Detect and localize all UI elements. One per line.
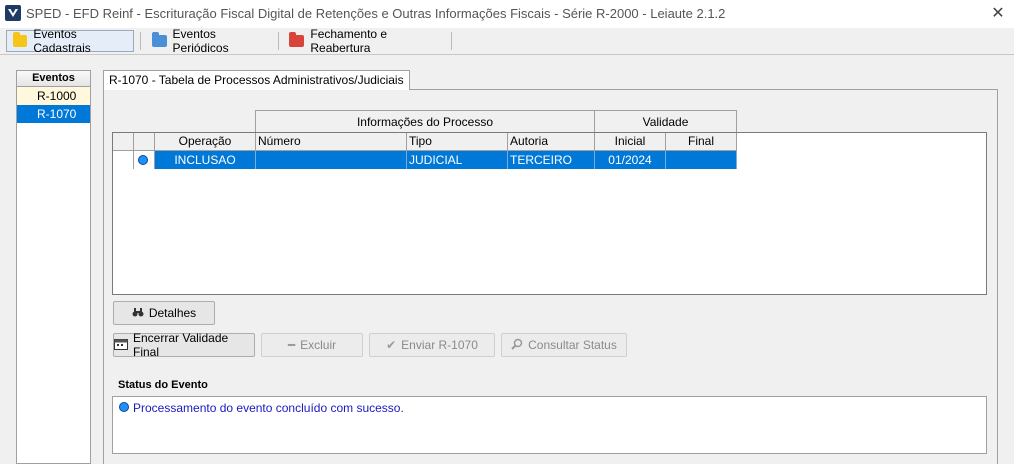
sidebar-item-r1070[interactable]: R-1070: [17, 105, 90, 123]
checkmark-icon: ✔: [386, 338, 397, 352]
row-indicator-cell[interactable]: [113, 151, 134, 169]
sidebar-header: Eventos: [17, 71, 90, 87]
binoculars-icon: [132, 306, 144, 321]
toolbar-separator: [140, 32, 141, 50]
magnifier-icon: [511, 338, 523, 353]
enviar-r1070-button[interactable]: ✔ Enviar R-1070: [369, 333, 495, 357]
tab-fechamento-reabertura[interactable]: Fechamento e Reabertura: [283, 27, 451, 55]
yellow-folder-icon: [13, 32, 28, 47]
close-button[interactable]: ✕: [988, 4, 1008, 24]
column-header-indicator: [113, 133, 134, 151]
toolbar: Eventos Cadastrais Eventos Periódicos Fe…: [0, 27, 1014, 55]
cell-tipo[interactable]: JUDICIAL: [407, 151, 508, 169]
status-label: Status do Evento: [118, 379, 208, 391]
group-header-info-processo: Informações do Processo: [255, 110, 595, 133]
calendar-icon: [114, 338, 128, 353]
consultar-status-button[interactable]: Consultar Status: [501, 333, 627, 357]
app-logo-icon: [5, 5, 21, 21]
cell-operacao[interactable]: INCLUSAO: [155, 151, 256, 169]
column-header-numero[interactable]: Número: [256, 133, 407, 151]
status-box: Processamento do evento concluído com su…: [112, 396, 987, 454]
tab-eventos-periodicos[interactable]: Eventos Periódicos: [146, 27, 272, 55]
cell-numero[interactable]: [256, 151, 407, 169]
column-header-inicial[interactable]: Inicial: [595, 133, 666, 151]
window-title: SPED - EFD Reinf - Escrituração Fiscal D…: [26, 6, 726, 21]
cell-inicial[interactable]: 01/2024: [595, 151, 666, 169]
excluir-label: Excluir: [300, 338, 337, 352]
blue-folder-icon: [152, 32, 167, 47]
cell-autoria[interactable]: TERCEIRO: [508, 151, 595, 169]
tab-label: Eventos Periódicos: [172, 27, 229, 55]
tab-eventos-cadastrais[interactable]: Eventos Cadastrais: [6, 27, 134, 55]
events-grid[interactable]: Operação Número Tipo Autoria Inicial Fin…: [112, 132, 987, 295]
encerrar-validade-button[interactable]: Encerrar Validade Final: [113, 331, 255, 359]
group-header-validade: Validade: [594, 110, 737, 133]
tab-label: Fechamento e Reabertura: [310, 27, 388, 55]
excluir-button[interactable]: ━ Excluir: [261, 333, 363, 357]
tab-r1070[interactable]: R-1070 - Tabela de Processos Administrat…: [103, 70, 410, 90]
title-bar: SPED - EFD Reinf - Escrituração Fiscal D…: [0, 0, 1014, 28]
row-status-cell: [134, 151, 155, 169]
column-header-operacao[interactable]: Operação: [155, 133, 256, 151]
detalhes-button[interactable]: Detalhes: [113, 301, 215, 325]
column-header-autoria[interactable]: Autoria: [508, 133, 595, 151]
consultar-label: Consultar Status: [528, 338, 617, 352]
toolbar-separator: [278, 32, 279, 50]
toolbar-separator: [451, 32, 452, 50]
column-header-final[interactable]: Final: [666, 133, 737, 151]
cell-final[interactable]: [666, 151, 737, 169]
column-header-status: [134, 133, 155, 151]
tab-label: Eventos Cadastrais: [33, 27, 91, 55]
encerrar-label: Encerrar Validade Final: [133, 331, 229, 359]
sidebar-item-r1000[interactable]: R-1000: [17, 87, 90, 105]
red-folder-icon: [289, 32, 305, 47]
status-dot-icon: [138, 155, 148, 165]
events-sidebar: Eventos R-1000 R-1070: [16, 70, 91, 464]
enviar-label: Enviar R-1070: [401, 338, 478, 352]
minus-icon: ━: [287, 338, 296, 352]
status-dot-icon: [119, 402, 129, 412]
column-header-tipo[interactable]: Tipo: [407, 133, 508, 151]
detalhes-label: Detalhes: [148, 306, 197, 320]
status-message: Processamento do evento concluído com su…: [133, 401, 404, 415]
